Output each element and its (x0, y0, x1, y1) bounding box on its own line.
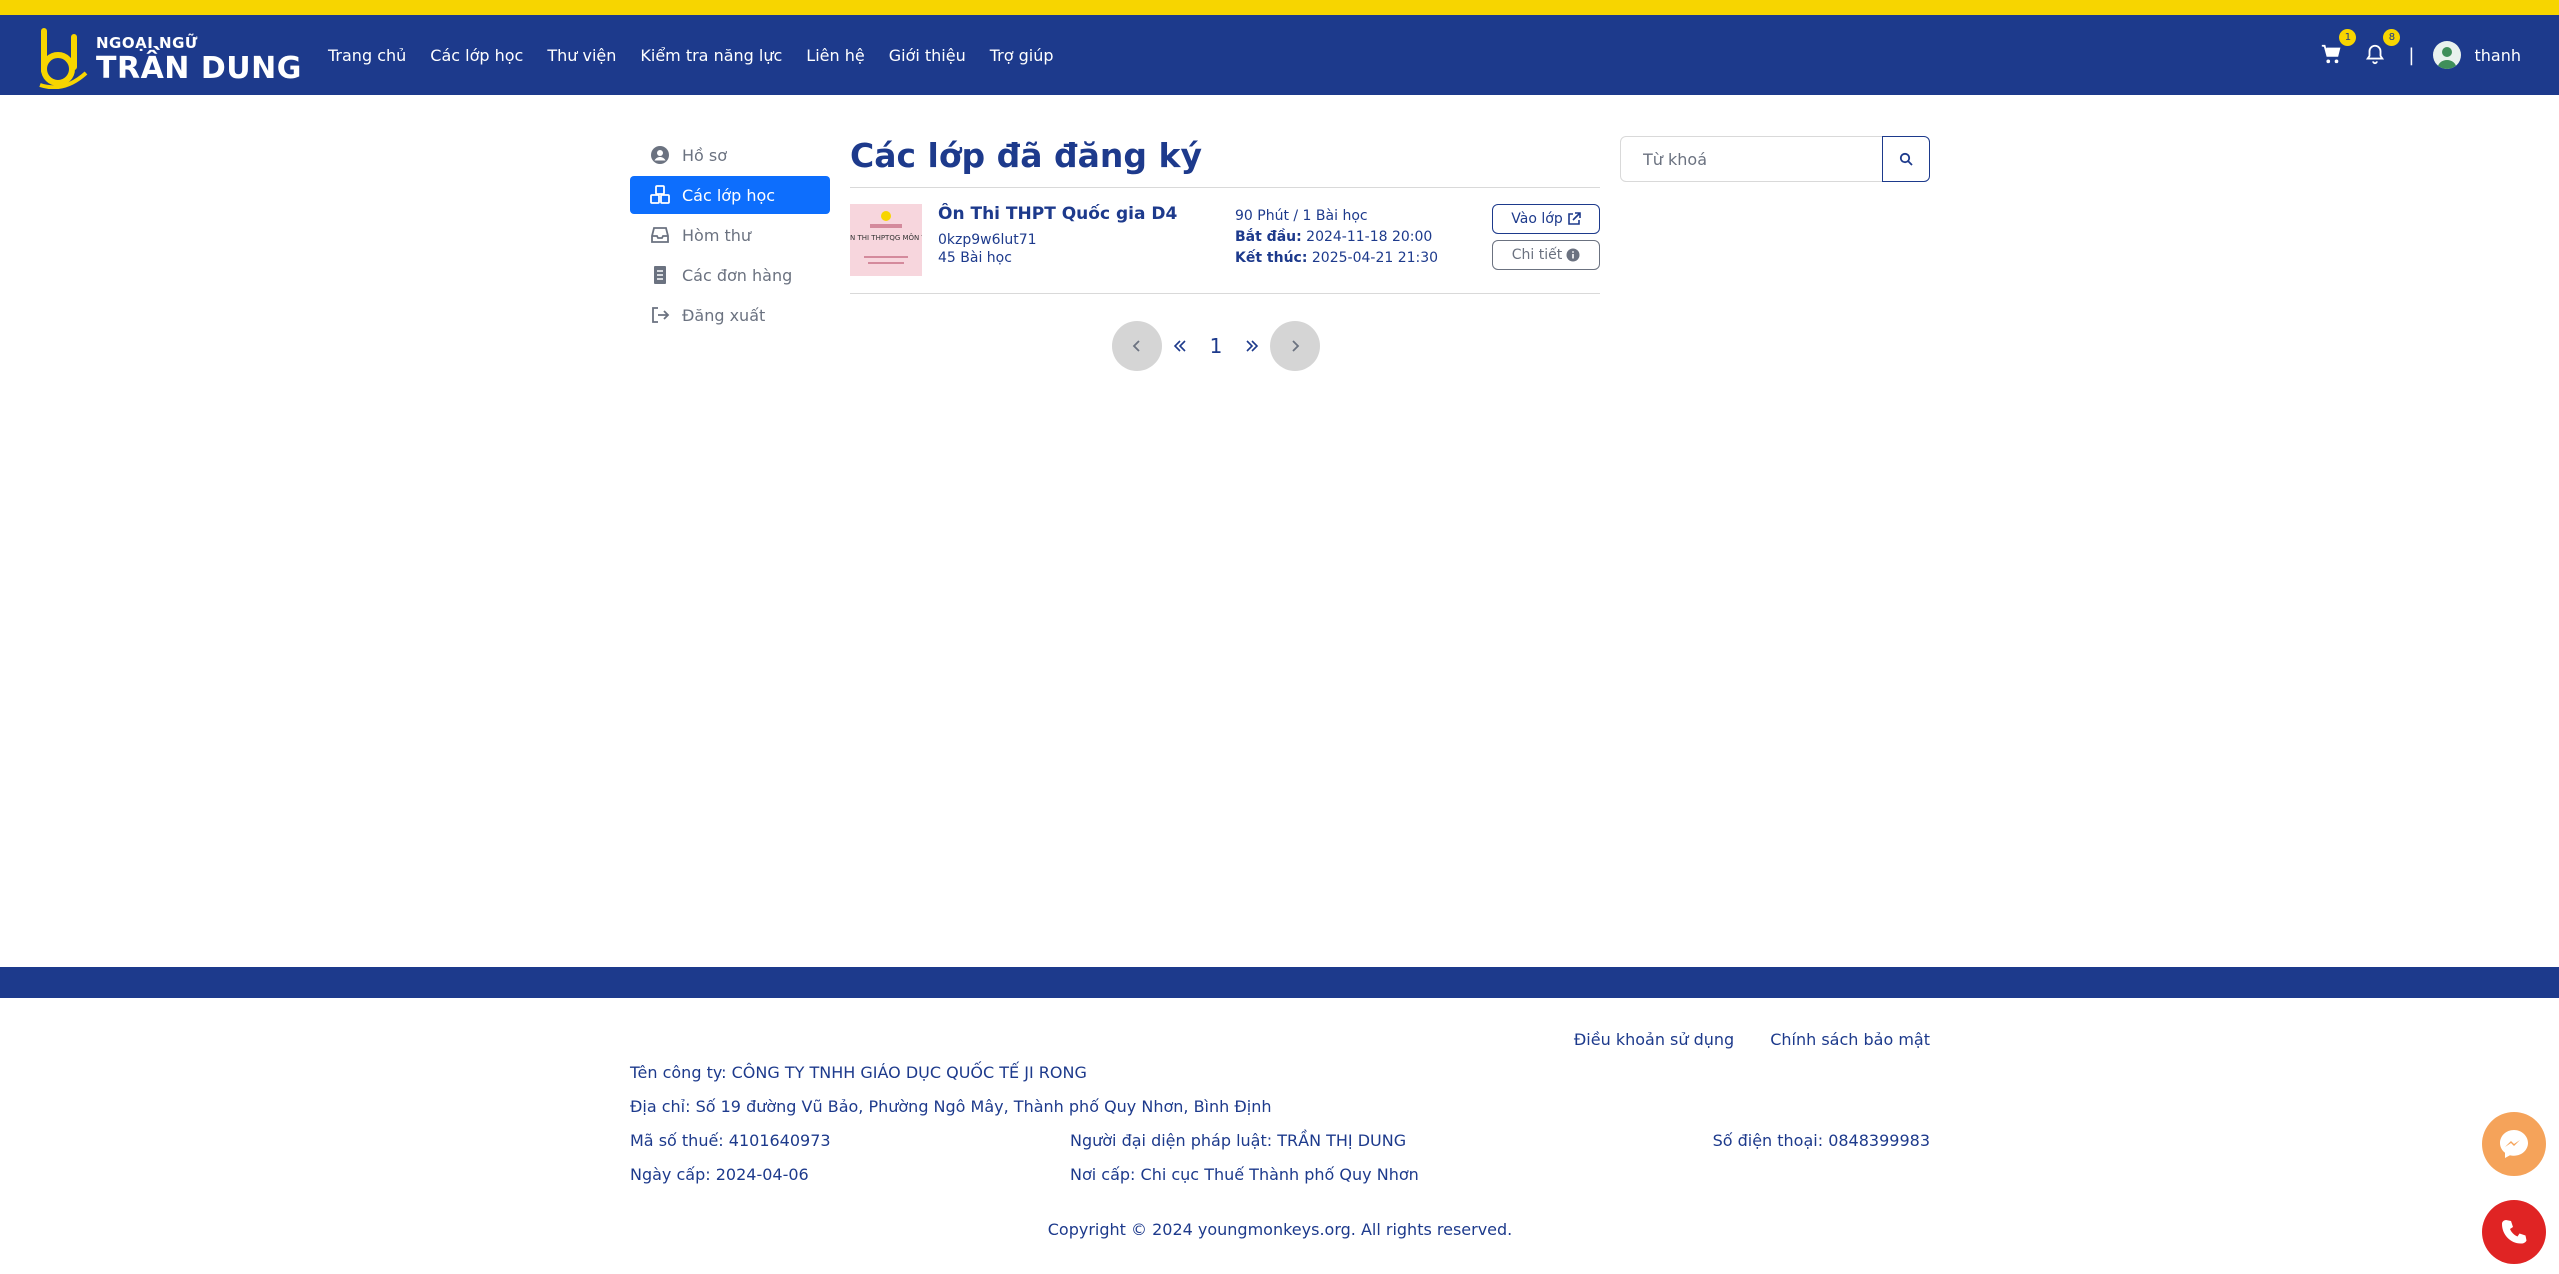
end-label: Kết thúc: (1235, 250, 1308, 266)
class-thumbnail-text: N THI THPTQG MÔN T (850, 234, 922, 242)
footer-links: Điều khoản sử dụng Chính sách bảo mật (1538, 1030, 1930, 1049)
page-number-current[interactable]: 1 (1198, 334, 1234, 358)
nav-about[interactable]: Giới thiệu (889, 46, 966, 65)
class-lesson-count: 45 Bài học (938, 250, 1012, 266)
sidebar-item-label: Các đơn hàng (682, 265, 793, 285)
prev-page-button[interactable] (1112, 321, 1162, 371)
class-search (1620, 136, 1930, 182)
external-link-icon (1567, 212, 1581, 225)
nav-classes[interactable]: Các lớp học (430, 46, 523, 65)
footer-company: Tên công ty: CÔNG TY TNHH GIÁO DỤC QUỐC … (630, 1063, 1087, 1082)
top-navbar: NGOẠI NGỮ TRẦN DUNG Trang chủ Các lớp họ… (0, 15, 2559, 95)
end-time: 2025-04-21 21:30 (1311, 250, 1439, 266)
footer-address: Địa chỉ: Số 19 đường Vũ Bảo, Phường Ngô … (630, 1097, 1272, 1116)
cart-count-badge: 1 (2339, 29, 2357, 46)
double-chevron-left-icon (1173, 340, 1186, 352)
class-detail-button[interactable]: Chi tiết (1492, 240, 1600, 270)
cart-button[interactable]: 1 (2320, 29, 2357, 67)
sidebar-item-label: Các lớp học (682, 185, 776, 205)
sidebar-item-orders[interactable]: Các đơn hàng (630, 256, 830, 294)
class-code: 0kzp9w6lut71 (938, 232, 1037, 248)
search-button[interactable] (1882, 136, 1930, 182)
avatar[interactable] (2432, 41, 2461, 69)
sidebar-item-label: Đăng xuất (682, 305, 766, 325)
pagination: 1 (1112, 320, 1320, 372)
start-label: Bắt đầu: (1235, 229, 1302, 245)
footer-issue-date: Ngày cấp: 2024-04-06 (630, 1165, 809, 1184)
sidebar-item-inbox[interactable]: Hòm thư (630, 216, 830, 254)
sidebar-item-label: Hồ sơ (682, 145, 728, 165)
footer-issue-place: Nơi cấp: Chi cục Thuế Thành phố Quy Nhơn (1070, 1165, 1419, 1184)
main-nav: Trang chủ Các lớp học Thư viện Kiểm tra … (328, 15, 1078, 95)
brand-logo[interactable]: NGOẠI NGỮ TRẦN DUNG (36, 27, 301, 89)
messenger-button[interactable] (2482, 1112, 2546, 1176)
info-icon (1566, 248, 1580, 262)
username[interactable]: thanh (2475, 46, 2522, 65)
account-sidebar: Hồ sơ Các lớp học Hòm thư Các đơn hàng Đ… (630, 136, 830, 336)
first-page-button[interactable] (1162, 334, 1198, 358)
sidebar-item-profile[interactable]: Hồ sơ (630, 136, 830, 174)
cubes-icon (650, 185, 670, 204)
footer-tax-id: Mã số thuế: 4101640973 (630, 1131, 831, 1150)
class-schedule-info: 90 Phút / 1 Bài học Bắt đầu: 2024-11-18 … (1235, 206, 1438, 269)
nav-help[interactable]: Trợ giúp (990, 46, 1054, 65)
messenger-icon (2500, 1130, 2528, 1158)
brand-big-text: TRẦN DUNG (96, 51, 302, 86)
footer-band (0, 967, 2559, 998)
footer-representative: Người đại diện pháp luật: TRẦN THỊ DUNG (1070, 1131, 1407, 1150)
phone-icon (2502, 1220, 2527, 1244)
search-input[interactable] (1620, 136, 1884, 182)
footer-link-terms[interactable]: Điều khoản sử dụng (1574, 1030, 1734, 1049)
footer-phone: Số điện thoại: 0848399983 (1712, 1131, 1930, 1150)
sidebar-item-logout[interactable]: Đăng xuất (630, 296, 830, 334)
phone-call-button[interactable] (2482, 1200, 2546, 1264)
page-title: Các lớp đã đăng ký (850, 130, 1600, 188)
sidebar-item-label: Hòm thư (682, 225, 752, 245)
class-thumbnail[interactable]: N THI THPTQG MÔN T (850, 204, 922, 276)
enter-class-label: Vào lớp (1511, 211, 1563, 227)
bell-icon (2366, 44, 2385, 65)
top-accent-stripe (0, 0, 2559, 15)
logout-icon (652, 307, 670, 323)
sidebar-item-classes[interactable]: Các lớp học (630, 176, 830, 214)
nav-contact[interactable]: Liên hệ (806, 46, 864, 65)
enter-class-button[interactable]: Vào lớp (1492, 204, 1600, 234)
class-name-link[interactable]: Ôn Thi THPT Quốc gia D4 (938, 204, 1177, 224)
brand-mark-icon (39, 28, 88, 89)
footer-link-privacy[interactable]: Chính sách bảo mật (1770, 1030, 1930, 1049)
nav-assessment[interactable]: Kiểm tra năng lực (640, 46, 782, 65)
class-detail-label: Chi tiết (1511, 247, 1563, 263)
notification-button[interactable]: 8 (2364, 29, 2401, 67)
footer-copyright: Copyright © 2024 youngmonkeys.org. All r… (1047, 1220, 1513, 1239)
inbox-icon (651, 227, 669, 243)
class-duration: 90 Phút / 1 Bài học (1235, 208, 1368, 224)
cart-icon (2322, 44, 2341, 64)
nav-home[interactable]: Trang chủ (328, 46, 406, 65)
brand-small-text: NGOẠI NGỮ (96, 34, 198, 52)
notification-count-badge: 8 (2383, 29, 2401, 46)
user-avatar-icon (2436, 47, 2457, 69)
last-page-button[interactable] (1234, 334, 1270, 358)
class-card: N THI THPTQG MÔN T Ôn Thi THPT Quốc gia … (850, 188, 1600, 294)
start-time: 2024-11-18 20:00 (1306, 229, 1433, 245)
user-circle-icon (651, 146, 669, 164)
nav-separator: | (2408, 44, 2415, 66)
double-chevron-right-icon (1246, 340, 1259, 352)
receipt-icon (654, 266, 666, 284)
next-page-button[interactable] (1270, 321, 1320, 371)
chevron-right-icon (1292, 340, 1300, 352)
main-content: Các lớp đã đăng ký N THI THPTQG MÔN T Ôn… (850, 130, 1600, 371)
nav-right-group: 1 8 | thanh (2300, 15, 2521, 95)
search-icon (1899, 152, 1913, 166)
chevron-left-icon (1132, 340, 1140, 352)
nav-library[interactable]: Thư viện (547, 46, 616, 65)
